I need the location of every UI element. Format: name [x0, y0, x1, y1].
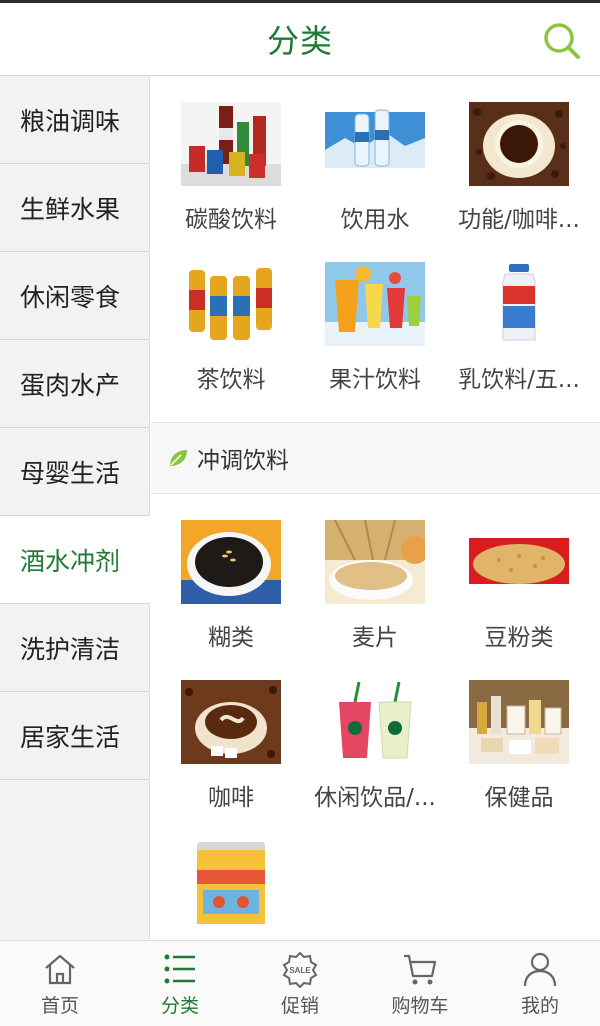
sidebar-item-label: 洗护清洁: [20, 634, 121, 664]
sidebar-item-mother-baby[interactable]: 母婴生活: [0, 428, 149, 516]
subcategory-label: 饮用水: [340, 207, 410, 233]
sidebar-item-fresh-fruit[interactable]: 生鲜水果: [0, 164, 149, 252]
subcategory-panel: 碳酸饮料 饮用水 功能/咖啡... 茶饮料 果汁饮料 乳饮料/五... 冲调饮料…: [151, 76, 600, 940]
sidebar-item-label: 酒水冲剂: [20, 546, 121, 576]
subcategory-grid-bottom: 糊类 麦片 豆粉类 咖啡 休闲饮品/... 保健品: [151, 494, 600, 940]
tab-label: 促销: [280, 994, 319, 1017]
search-icon[interactable]: [542, 21, 582, 61]
sale-icon: SALE: [282, 951, 318, 988]
subcategory-label: 功能/咖啡...: [458, 207, 580, 233]
coffee-image: [181, 680, 281, 764]
tab-promotion[interactable]: SALE 促销: [240, 941, 360, 1026]
subcategory-label: 碳酸饮料: [185, 207, 277, 233]
milk-powder-can-image: [181, 840, 281, 924]
water-bottles-image: [325, 102, 425, 186]
tab-label: 首页: [40, 994, 79, 1017]
user-icon: [523, 952, 557, 986]
juice-glasses-image: [325, 262, 425, 346]
paste-bowl-image: [181, 520, 281, 604]
subcategory-label: 豆粉类: [484, 625, 554, 651]
sidebar-item-drinks[interactable]: 酒水冲剂: [0, 516, 150, 604]
subcategory-item[interactable]: 碳酸饮料: [159, 76, 303, 236]
tab-home[interactable]: 首页: [0, 941, 120, 1026]
subcategory-item[interactable]: 咖啡: [159, 654, 303, 814]
sidebar-item-label: 生鲜水果: [20, 194, 121, 224]
sidebar-item-cleaning[interactable]: 洗护清洁: [0, 604, 149, 692]
subcategory-item[interactable]: 果汁饮料: [303, 236, 447, 396]
subcategory-item[interactable]: 功能/咖啡...: [447, 76, 591, 236]
subcategory-label: 保健品: [484, 785, 554, 811]
subcategory-item[interactable]: 保健品: [447, 654, 591, 814]
subcategory-label: 糊类: [208, 625, 254, 651]
top-header: 分类: [0, 0, 600, 76]
sidebar-item-label: 蛋肉水产: [20, 370, 121, 400]
tab-category[interactable]: 分类: [120, 941, 240, 1026]
sidebar-item-label: 粮油调味: [20, 106, 121, 136]
subcategory-item[interactable]: 糊类: [159, 494, 303, 654]
svg-text:SALE: SALE: [289, 966, 311, 975]
sidebar-item-label: 母婴生活: [20, 458, 121, 488]
subcategory-label: 麦片: [352, 625, 398, 651]
home-icon: [45, 954, 75, 984]
sidebar-item-grain-oil[interactable]: 粮油调味: [0, 76, 149, 164]
list-icon: [164, 954, 195, 983]
subcategory-item[interactable]: 麦片: [303, 494, 447, 654]
subcategory-item[interactable]: 休闲饮品/...: [303, 654, 447, 814]
iced-drinks-image: [325, 680, 425, 764]
section-title: 冲调饮料: [197, 448, 289, 474]
tab-cart[interactable]: 购物车: [360, 941, 480, 1026]
subcategory-label: 茶饮料: [196, 367, 266, 393]
section-header: 冲调饮料: [151, 422, 600, 494]
subcategory-item[interactable]: 乳饮料/五...: [447, 236, 591, 396]
subcategory-item[interactable]: [159, 814, 303, 940]
sidebar-item-snacks[interactable]: 休闲零食: [0, 252, 149, 340]
sidebar-item-label: 居家生活: [20, 722, 121, 752]
sidebar-item-meat-seafood[interactable]: 蛋肉水产: [0, 340, 149, 428]
sidebar-item-home-living[interactable]: 居家生活: [0, 692, 149, 780]
subcategory-grid-top: 碳酸饮料 饮用水 功能/咖啡... 茶饮料 果汁饮料 乳饮料/五...: [151, 76, 600, 396]
subcategory-item[interactable]: 茶饮料: [159, 236, 303, 396]
subcategory-item[interactable]: 豆粉类: [447, 494, 591, 654]
category-sidebar: 粮油调味 生鲜水果 休闲零食 蛋肉水产 母婴生活 酒水冲剂 洗护清洁 居家生活: [0, 76, 150, 940]
oatmeal-image: [325, 520, 425, 604]
coffee-cup-image: [469, 102, 569, 186]
tab-mine[interactable]: 我的: [480, 941, 600, 1026]
tab-label: 我的: [520, 994, 559, 1017]
health-products-image: [469, 680, 569, 764]
milk-drink-image: [469, 262, 569, 346]
subcategory-item[interactable]: 饮用水: [303, 76, 447, 236]
page-title: 分类: [266, 22, 333, 60]
leaf-icon: [170, 450, 187, 466]
sidebar-item-label: 休闲零食: [20, 282, 121, 312]
subcategory-label: 果汁饮料: [329, 367, 421, 393]
tab-label: 分类: [160, 994, 199, 1017]
subcategory-label: 乳饮料/五...: [458, 367, 580, 393]
subcategory-label: 休闲饮品/...: [314, 785, 436, 811]
subcategory-label: 咖啡: [208, 785, 254, 811]
bean-powder-image: [469, 520, 569, 604]
tea-bottles-image: [181, 262, 281, 346]
tab-label: 购物车: [391, 994, 449, 1017]
soda-cans-image: [181, 102, 281, 186]
cart-icon: [404, 954, 437, 984]
bottom-tabbar: 首页 分类 SALE 促销 购物车 我的: [0, 940, 600, 1026]
